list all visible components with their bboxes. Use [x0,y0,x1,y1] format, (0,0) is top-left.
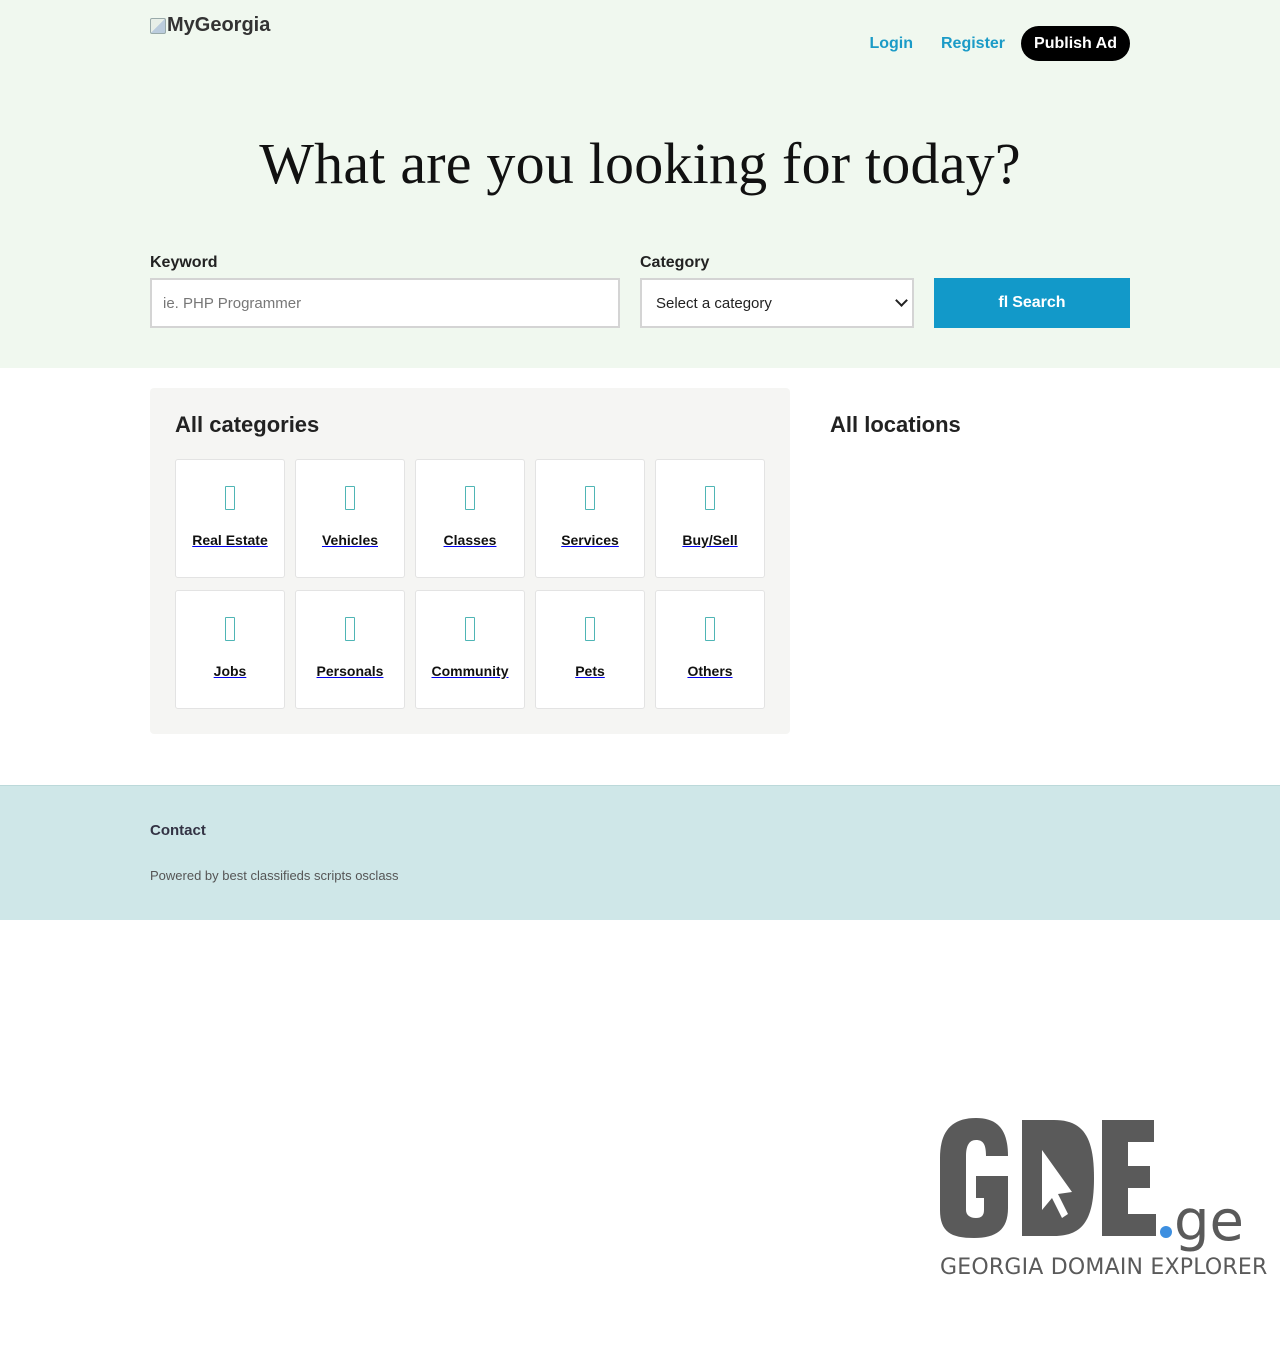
powered-by-text: Powered by best classifieds scripts oscl… [150,868,399,883]
category-card-buy-sell[interactable]: Buy/Sell [655,459,765,578]
category-label: Classes [443,532,497,548]
contact-link[interactable]: Contact [150,822,206,839]
keyword-input[interactable] [150,278,620,328]
category-label: Category [640,254,710,271]
login-link[interactable]: Login [855,35,927,53]
category-card-vehicles[interactable]: Vehicles [295,459,405,578]
categories-panel: All categories Real Estate Vehicles Clas… [150,388,790,734]
category-icon [465,617,475,641]
category-card-classes[interactable]: Classes [415,459,525,578]
locations-title: All locations [830,412,961,437]
category-label: Services [561,532,619,548]
category-icon [705,617,715,641]
broken-image-icon [150,17,166,34]
site-logo-alt-text: MyGeorgia [167,14,271,36]
category-icon [585,617,595,641]
search-icon: fl [998,294,1009,311]
category-label: Others [687,663,733,679]
page-headline: What are you looking for today? [259,131,1021,196]
category-label: Jobs [213,663,247,679]
category-card-services[interactable]: Services [535,459,645,578]
category-label: Pets [575,663,605,679]
keyword-label: Keyword [150,254,218,271]
category-card-others[interactable]: Others [655,590,765,709]
category-card-community[interactable]: Community [415,590,525,709]
category-grid: Real Estate Vehicles Classes Services Bu… [175,459,765,709]
category-card-real-estate[interactable]: Real Estate [175,459,285,578]
site-footer: Contact Powered by best classifieds scri… [0,785,1280,920]
category-icon [345,486,355,510]
search-button[interactable]: fl Search [934,278,1130,328]
category-select-value: Select a category [656,294,772,312]
chevron-down-icon [895,294,908,307]
category-icon [225,617,235,641]
category-icon [225,486,235,510]
category-icon [705,486,715,510]
category-icon [465,486,475,510]
category-card-jobs[interactable]: Jobs [175,590,285,709]
category-label: Vehicles [321,532,379,548]
category-icon [585,486,595,510]
categories-title: All categories [175,412,320,437]
category-icon [345,617,355,641]
top-nav: Login Register Publish Ad [855,26,1130,61]
publish-ad-button[interactable]: Publish Ad [1021,26,1130,61]
gde-suffix: ge [1174,1189,1244,1254]
category-label: Community [431,663,509,679]
search-button-label: Search [1012,294,1066,311]
site-logo[interactable]: MyGeorgia [150,14,270,37]
hero-section: MyGeorgia Login Register Publish Ad What… [0,0,1280,368]
register-link[interactable]: Register [927,35,1019,53]
category-label: Buy/Sell [682,532,738,548]
category-label: Personals [316,663,384,679]
gde-tagline: GEORGIA DOMAIN EXPLORER [940,1255,1268,1280]
category-select[interactable]: Select a category [640,278,914,328]
category-card-personals[interactable]: Personals [295,590,405,709]
category-label: Real Estate [192,532,268,548]
category-card-pets[interactable]: Pets [535,590,645,709]
